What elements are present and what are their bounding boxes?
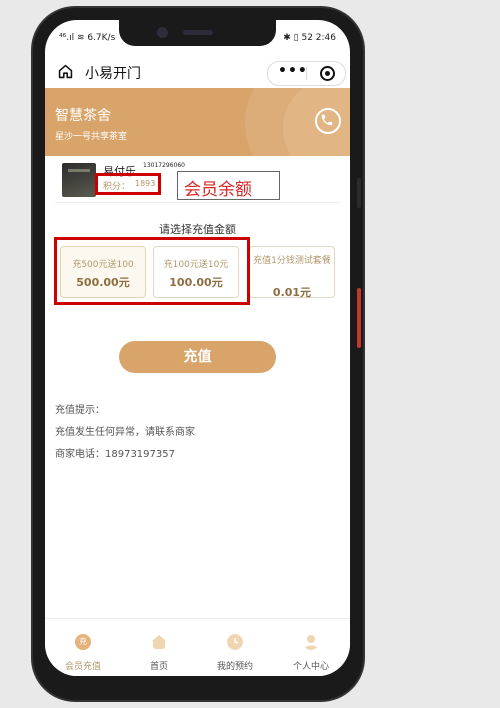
person-icon [304, 635, 318, 650]
tab-label: 会员充值 [64, 662, 101, 672]
member-balance-annotation: 会员余额 [177, 171, 280, 200]
tab-label: 首页 [149, 662, 168, 672]
shop-address: 星沙一号共享茶室 [55, 132, 128, 142]
divider [55, 202, 340, 203]
tab-home[interactable]: 首页 [121, 619, 197, 676]
recharge-option-test[interactable]: 充值1分钱测试套餐 0.01元 [249, 246, 335, 299]
avatar [62, 163, 96, 197]
status-bar-right: ✱ ▯ 52 2:46 [283, 33, 336, 43]
member-recharge-icon: 充 [75, 634, 91, 650]
tab-label: 我的预约 [216, 662, 253, 672]
notch [119, 20, 276, 46]
tab-label: 个人中心 [292, 662, 329, 672]
home-icon [152, 635, 166, 649]
page-title: 小易开门 [85, 66, 141, 82]
status-bar-left: ⁴⁶.ıl ≋ 6.7K/s [59, 33, 116, 43]
recharge-button[interactable]: 充值 [119, 341, 276, 373]
call-shop-button[interactable] [315, 108, 341, 134]
home-icon[interactable] [57, 63, 74, 80]
speaker [183, 30, 213, 35]
mini-program-capsule: ••• [267, 61, 346, 86]
shop-name: 智慧茶舍 [55, 108, 111, 124]
phone-screen: ⁴⁶.ıl ≋ 6.7K/s ✱ ▯ 52 2:46 小易开门 ••• 智慧茶舍… [45, 20, 350, 676]
option-amount: 0.01元 [272, 286, 312, 299]
phone-icon [321, 114, 333, 126]
points-value: 1893 [135, 179, 156, 188]
shop-banner: 智慧茶舍 星沙一号共享茶室 [45, 88, 350, 156]
tab-personal-center[interactable]: 个人中心 [273, 619, 349, 676]
front-camera [157, 27, 168, 38]
clock-icon [227, 634, 243, 650]
member-phone: 13017296060 [143, 162, 185, 169]
option-label: 充值1分钱测试套餐 [253, 256, 331, 266]
tab-bar: 充 会员充值 首页 我的预约 个人中心 [45, 618, 350, 676]
side-button [357, 288, 361, 348]
close-target-icon[interactable] [320, 66, 335, 81]
tab-member-recharge[interactable]: 充 会员充值 [45, 619, 121, 676]
recharge-title: 请选择充值金额 [159, 223, 236, 236]
side-button [357, 178, 361, 208]
tips-line: 充值发生任何异常，请联系商家 [55, 427, 195, 438]
points-label: 积分： [103, 182, 131, 192]
nav-bar: 小易开门 ••• [45, 56, 350, 88]
member-card: 易付乐 13017296060 积分： 1893 会员余额 [45, 156, 350, 204]
options-highlight-box [54, 237, 250, 305]
tips-title: 充值提示： [55, 405, 105, 416]
annotation-text: 会员余额 [184, 180, 252, 200]
more-menu-button[interactable]: ••• [278, 63, 308, 79]
tab-my-reservation[interactable]: 我的预约 [197, 619, 273, 676]
merchant-phone: 商家电话：18973197357 [55, 449, 175, 460]
capsule-divider [306, 67, 307, 80]
